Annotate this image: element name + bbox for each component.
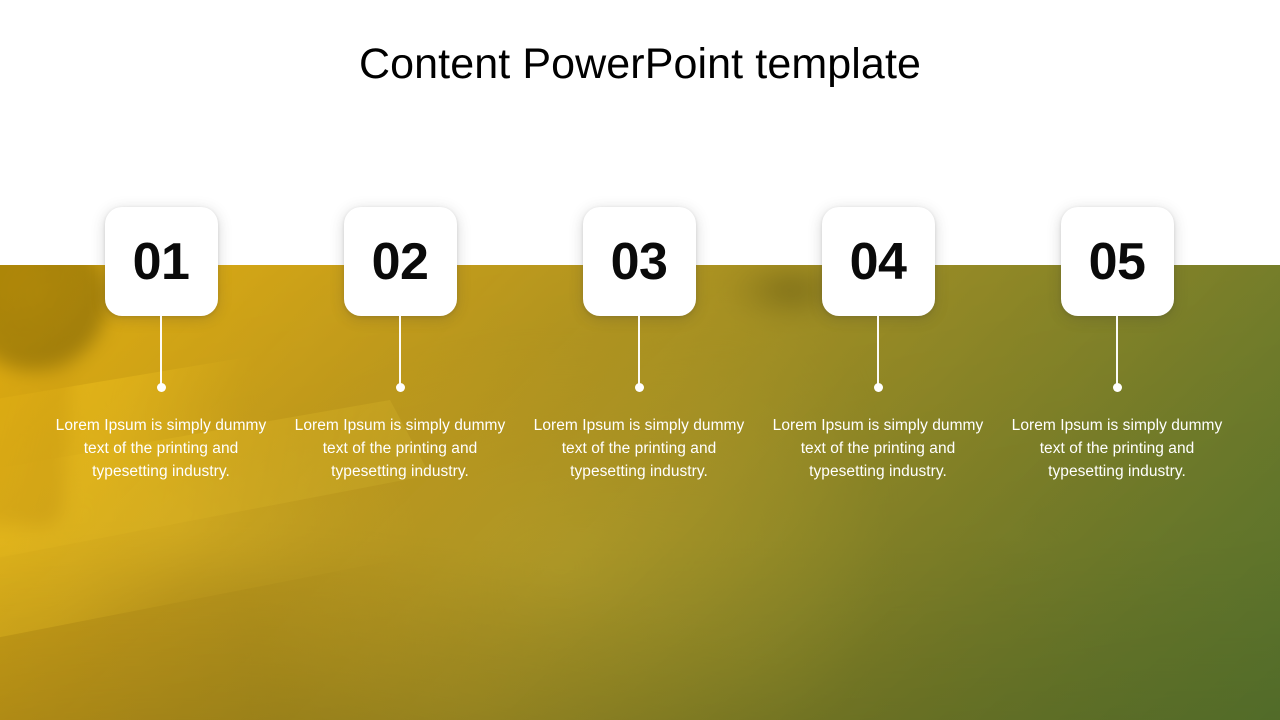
step-number-card-3[interactable]: 03 [582,207,696,316]
step-connector-line-5 [1116,316,1118,384]
step-number-1: 01 [132,232,190,291]
step-number-card-5[interactable]: 05 [1060,207,1174,316]
step-connector-dot-3 [634,383,644,392]
step-item-3[interactable]: 03 Lorem Ipsum is simply dummy text of t… [519,207,759,484]
slide-canvas: Content PowerPoint template 01 Lorem Ips… [0,0,1280,720]
step-item-4[interactable]: 04 Lorem Ipsum is simply dummy text of t… [758,207,998,484]
steps-container: 01 Lorem Ipsum is simply dummy text of t… [0,0,1280,720]
step-connector-dot-4 [873,383,883,392]
step-connector-dot-5 [1112,383,1122,392]
step-number-4: 04 [849,232,907,291]
step-number-3: 03 [610,232,668,291]
step-connector-line-3 [638,316,640,384]
step-number-5: 05 [1088,232,1146,291]
step-number-card-4[interactable]: 04 [821,207,935,316]
step-item-2[interactable]: 02 Lorem Ipsum is simply dummy text of t… [280,207,520,484]
step-connector-dot-1 [156,383,166,392]
step-description-1: Lorem Ipsum is simply dummy text of the … [55,417,267,480]
step-item-1[interactable]: 01 Lorem Ipsum is simply dummy text of t… [41,207,281,484]
step-description-4: Lorem Ipsum is simply dummy text of the … [772,417,984,480]
step-connector-line-2 [399,316,401,384]
step-description-3: Lorem Ipsum is simply dummy text of the … [533,417,745,480]
step-number-card-2[interactable]: 02 [343,207,457,316]
step-connector-line-1 [160,316,162,384]
step-connector-line-4 [877,316,879,384]
step-number-card-1[interactable]: 01 [104,207,218,316]
step-item-5[interactable]: 05 Lorem Ipsum is simply dummy text of t… [997,207,1237,484]
step-number-2: 02 [371,232,429,291]
step-description-2: Lorem Ipsum is simply dummy text of the … [294,417,506,480]
step-description-5: Lorem Ipsum is simply dummy text of the … [1011,417,1223,480]
step-connector-dot-2 [395,383,405,392]
